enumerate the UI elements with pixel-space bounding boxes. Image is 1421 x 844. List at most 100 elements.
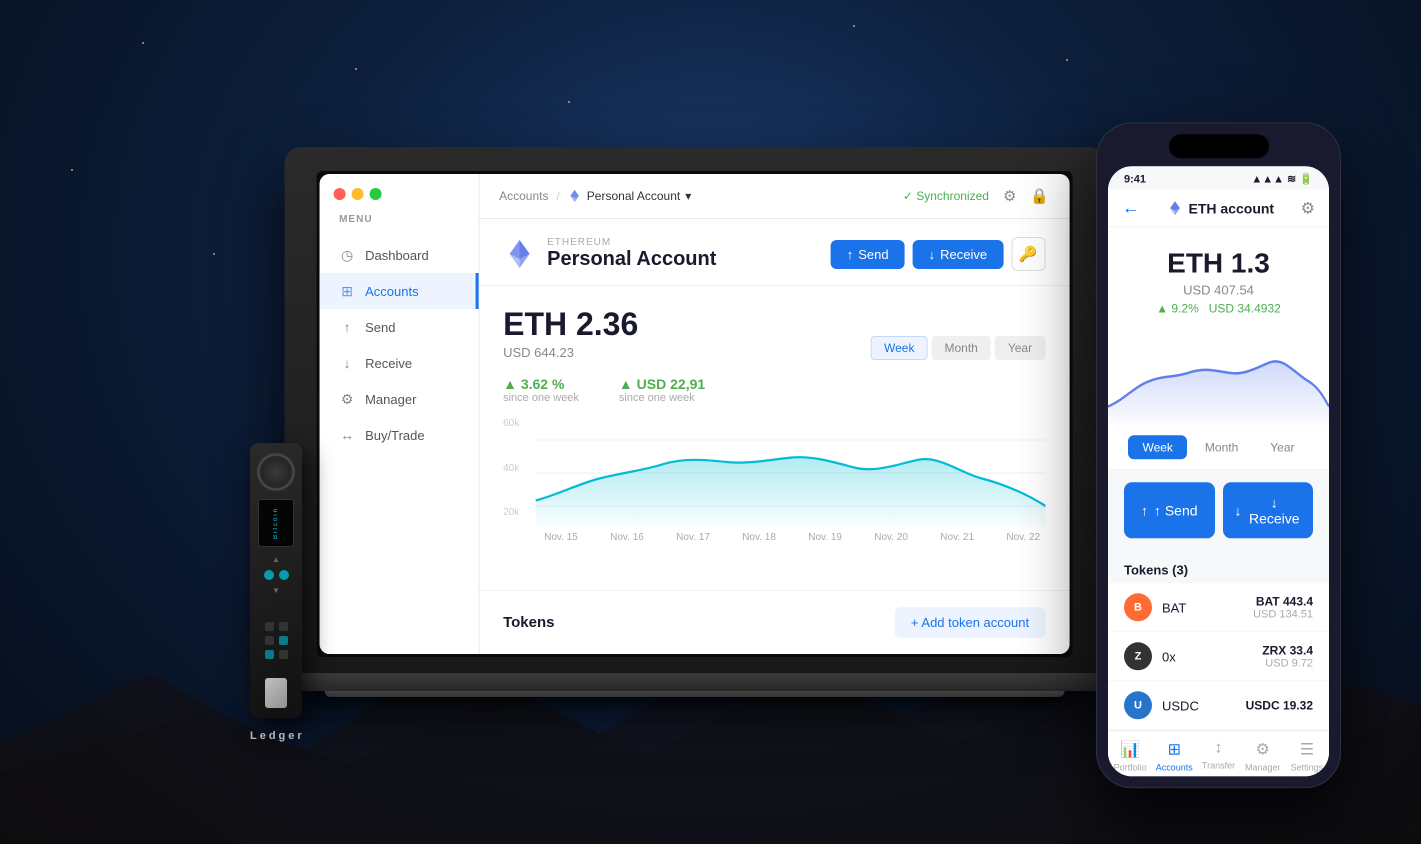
send-icon: ↑ [339, 319, 355, 335]
sidebar-item-dashboard[interactable]: ◷ Dashboard [319, 237, 478, 273]
nav-transfer[interactable]: ↕ Transfer [1196, 739, 1240, 772]
sidebar-item-receive[interactable]: ↓ Receive [319, 345, 478, 381]
bat-name: BAT [1162, 600, 1243, 615]
topbar-right: ✓ Synchronized ⚙ 🔒 [903, 187, 1049, 205]
usdc-balance: USDC 19.32 [1246, 698, 1313, 712]
phone-month-btn[interactable]: Month [1191, 435, 1252, 459]
price-chart [535, 418, 1045, 528]
phone-receive-button[interactable]: ↓ ↓ Receive [1223, 482, 1314, 538]
breadcrumb-accounts[interactable]: Accounts [499, 189, 548, 203]
year-button[interactable]: Year [995, 336, 1045, 360]
lock-icon[interactable]: 🔒 [1030, 187, 1049, 205]
zrx-name: 0x [1162, 649, 1252, 664]
buytrade-icon: ↔ [339, 427, 355, 443]
ledger-screen: Bitcoin [258, 499, 294, 547]
maximize-button[interactable] [369, 188, 381, 200]
menu-label: MENU [319, 214, 478, 237]
phone-bottom-nav: 📊 Portfolio ⊞ Accounts ↕ Transfer ⚙ Mana… [1108, 730, 1329, 776]
nav-manager[interactable]: ⚙ Manager [1241, 739, 1285, 772]
phone-title: ETH account [1167, 200, 1275, 216]
send-button[interactable]: ↑ Send [831, 240, 905, 269]
settings-icon[interactable]: ⚙ [1003, 187, 1016, 205]
phone-receive-label: ↓ Receive [1248, 494, 1302, 526]
phone: 9:41 ▲▲▲ ≋ 🔋 ← ETH account ⚙ ETH 1 [1096, 122, 1341, 788]
eth-breadcrumb-icon [568, 189, 582, 203]
add-token-button[interactable]: + Add token account [895, 607, 1045, 638]
nav-portfolio[interactable]: 📊 Portfolio [1108, 739, 1152, 772]
time-selector: Week Month Year [871, 336, 1045, 360]
phone-header: ← ETH account ⚙ [1108, 189, 1329, 227]
nav-settings[interactable]: ☰ Settings [1285, 739, 1329, 772]
stat-usd: ▲ USD 22,91 since one week [619, 376, 705, 404]
ledger-right-btn[interactable] [279, 570, 289, 580]
accounts-icon: ⊞ [339, 283, 355, 299]
account-name: Personal Account [547, 248, 716, 271]
chart-section: ETH 2.36 USD 644.23 Week Month Year [479, 286, 1069, 590]
nav-transfer-label: Transfer [1202, 760, 1235, 770]
key-button[interactable]: 🔑 [1011, 237, 1045, 271]
balance-left: ETH 2.36 USD 644.23 [503, 306, 638, 360]
manager-icon: ⚙ [339, 391, 355, 407]
token-0x[interactable]: Z 0x ZRX 33.4 USD 9.72 [1108, 632, 1329, 681]
receive-label: Receive [940, 247, 987, 262]
phone-signal: ▲▲▲ ≋ 🔋 [1251, 172, 1313, 185]
accounts-nav-icon: ⊞ [1168, 739, 1181, 759]
sidebar-label-send: Send [365, 320, 395, 335]
laptop-hinge [324, 691, 1064, 697]
token-bat[interactable]: B BAT BAT 443.4 USD 134.51 [1108, 583, 1329, 632]
ledger-extra-buttons [265, 603, 288, 678]
sidebar-item-manager[interactable]: ⚙ Manager [319, 381, 478, 417]
sidebar-item-accounts[interactable]: ⊞ Accounts [319, 273, 478, 309]
close-button[interactable] [333, 188, 345, 200]
phone-chart [1108, 325, 1329, 425]
sidebar-label-dashboard: Dashboard [365, 248, 429, 263]
ledger-left-btn[interactable] [264, 570, 274, 580]
receive-icon: ↓ [339, 355, 355, 371]
current-account-name: Personal Account [587, 189, 680, 203]
laptop-base [284, 673, 1104, 691]
bat-usd: USD 134.51 [1253, 608, 1313, 620]
account-header: ETHEREUM Personal Account ↑ Send ↓ [479, 219, 1069, 286]
nav-accounts[interactable]: ⊞ Accounts [1152, 739, 1196, 772]
nav-accounts-label: Accounts [1156, 762, 1193, 772]
stat-usd-value: ▲ USD 22,91 [619, 376, 705, 392]
phone-year-btn[interactable]: Year [1256, 435, 1308, 459]
star [71, 169, 73, 171]
stats-row: ▲ 3.62 % since one week ▲ USD 22,91 sinc… [503, 376, 1045, 404]
sidebar-label-buytrade: Buy/Trade [365, 428, 425, 443]
account-text: ETHEREUM Personal Account [547, 237, 716, 271]
account-title-area: ETHEREUM Personal Account [503, 237, 716, 271]
stat-percent-value: ▲ 3.62 % [503, 376, 579, 392]
gain-usd: USD 34.4932 [1209, 301, 1281, 315]
bat-amount: BAT 443.4 [1253, 594, 1313, 608]
phone-chart-svg [1108, 325, 1329, 425]
month-button[interactable]: Month [931, 336, 990, 360]
week-button[interactable]: Week [871, 336, 927, 360]
sync-check-icon: ✓ [903, 189, 913, 203]
stat-percent: ▲ 3.62 % since one week [503, 376, 579, 404]
back-button[interactable]: ← [1122, 197, 1140, 218]
sync-indicator: ✓ Synchronized [903, 189, 989, 203]
phone-settings-icon[interactable]: ⚙ [1301, 198, 1315, 218]
ledger-main-button[interactable] [257, 453, 295, 491]
phone-eth-amount: ETH 1.3 [1124, 247, 1313, 279]
bat-icon: B [1124, 593, 1152, 621]
phone-actions: ↑ ↑ Send ↓ ↓ Receive [1108, 470, 1329, 550]
y-label-40k: 40k [503, 463, 519, 474]
x-label-2: Nov. 16 [610, 532, 644, 543]
usdc-name: USDC [1162, 698, 1236, 713]
x-label-7: Nov. 21 [940, 532, 974, 543]
ledger-nav-buttons: ▲ ▼ [264, 555, 289, 595]
sidebar-item-buytrade[interactable]: ↔ Buy/Trade [319, 417, 478, 453]
sidebar-item-send[interactable]: ↑ Send [319, 309, 478, 345]
phone-statusbar: 9:41 ▲▲▲ ≋ 🔋 [1108, 166, 1329, 189]
phone-notch [1169, 134, 1269, 158]
phone-week-btn[interactable]: Week [1128, 435, 1186, 459]
token-usdc[interactable]: U USDC USDC 19.32 [1108, 681, 1329, 730]
main-content: Accounts / Personal Account ▾ [479, 174, 1069, 654]
breadcrumb: Accounts / Personal Account ▾ [499, 189, 691, 203]
ethereum-logo [503, 238, 535, 270]
receive-button[interactable]: ↓ Receive [913, 240, 1003, 269]
minimize-button[interactable] [351, 188, 363, 200]
phone-send-button[interactable]: ↑ ↑ Send [1124, 482, 1215, 538]
